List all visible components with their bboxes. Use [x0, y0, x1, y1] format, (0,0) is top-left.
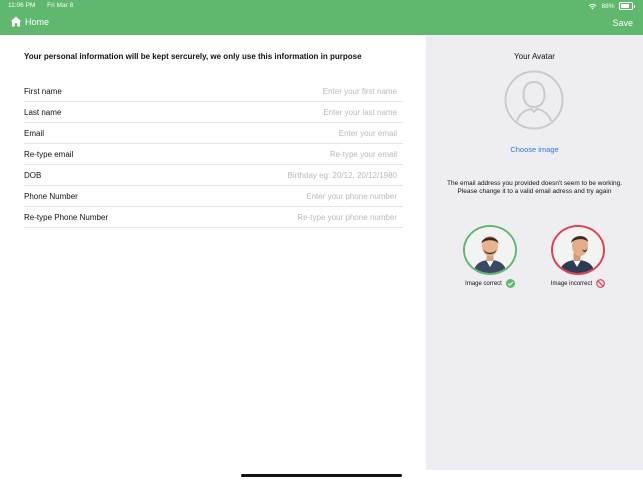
avatar-title: Your Avatar	[514, 52, 555, 61]
last-name-label: Last name	[24, 107, 62, 117]
navigation-bar: 11:06 PM Fri Mar 8 88% Home Save	[0, 0, 643, 35]
choose-image-link[interactable]: Choose image	[426, 145, 643, 154]
correct-example-photo	[463, 225, 517, 275]
privacy-notice: Your personal information will be kept s…	[24, 52, 362, 61]
email-warning: The email address you provided doesn't s…	[436, 180, 633, 196]
retype-email-label: Re-type email	[24, 149, 74, 159]
phone-input[interactable]	[197, 191, 403, 201]
status-bar: 11:06 PM Fri Mar 8 88%	[8, 2, 635, 12]
last-name-input[interactable]	[197, 107, 403, 117]
incorrect-example-photo	[551, 225, 605, 275]
home-button[interactable]: Home	[10, 16, 49, 27]
form-row-retype-email: Re-type email	[24, 144, 403, 165]
home-icon	[10, 16, 22, 27]
personal-info-form: First name Last name Email Re-type email…	[24, 81, 403, 228]
form-row-email: Email	[24, 123, 403, 144]
prohibited-icon	[596, 279, 606, 288]
first-name-input[interactable]	[197, 86, 403, 96]
first-name-label: First name	[24, 86, 62, 96]
dob-label: DOB	[24, 170, 42, 180]
home-indicator[interactable]	[241, 474, 402, 477]
example-correct: Image correct	[462, 225, 518, 288]
email-label: Email	[24, 128, 45, 138]
wifi-icon	[589, 3, 597, 9]
battery-percent: 88%	[601, 2, 615, 10]
retype-email-input[interactable]	[197, 149, 403, 159]
incorrect-caption: Image incorrect	[550, 280, 593, 287]
bottom-strip	[426, 470, 643, 482]
email-warning-line-2: Please change it to a valid email adress…	[457, 188, 612, 195]
retype-phone-label: Re-type Phone Number	[24, 212, 109, 222]
status-date: Fri Mar 8	[47, 2, 74, 9]
personal-info-panel: Your personal information will be kept s…	[0, 35, 426, 482]
battery-tip	[633, 4, 635, 8]
email-input[interactable]	[197, 128, 403, 138]
correct-caption: Image correct	[465, 280, 502, 287]
phone-label: Phone Number	[24, 191, 78, 201]
form-row-dob: DOB	[24, 165, 403, 186]
retype-phone-input[interactable]	[197, 212, 403, 222]
check-circle-icon	[505, 279, 515, 288]
example-incorrect: Image incorrect	[548, 225, 608, 288]
home-label: Home	[25, 16, 50, 27]
save-button[interactable]: Save	[612, 18, 633, 28]
dob-input[interactable]	[197, 170, 403, 180]
battery-icon	[618, 2, 633, 10]
form-row-retype-phone: Re-type Phone Number	[24, 207, 403, 228]
status-time: 11:06 PM	[8, 2, 36, 9]
form-row-phone: Phone Number	[24, 186, 403, 207]
form-row-first-name: First name	[24, 81, 403, 102]
form-row-last-name: Last name	[24, 102, 403, 123]
email-warning-line-1: The email address you provided doesn't s…	[446, 180, 623, 187]
avatar-panel: Your Avatar Choose image The email addre…	[426, 35, 643, 470]
avatar-placeholder-icon	[504, 70, 564, 130]
